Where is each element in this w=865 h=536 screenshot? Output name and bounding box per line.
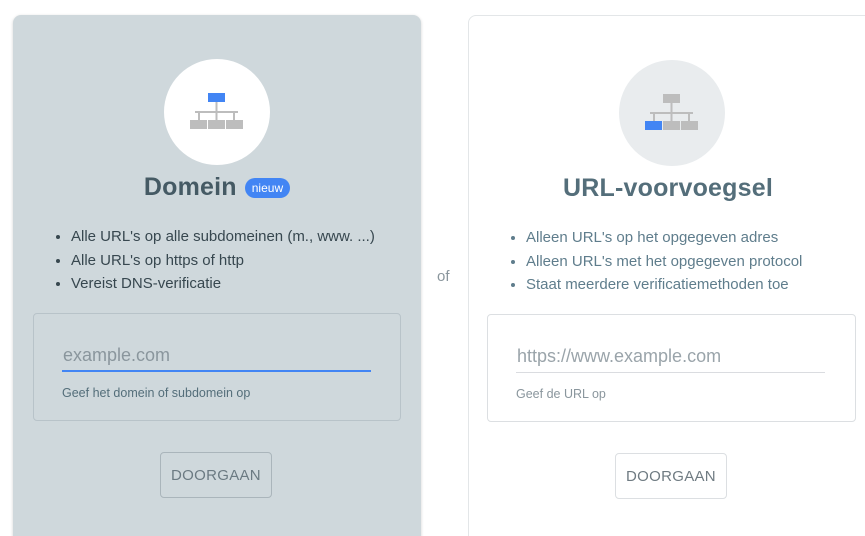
list-item: Alleen URL's met het opgegeven protocol [526,250,802,274]
list-item: Alle URL's op alle subdomeinen (m., www.… [71,225,375,249]
list-item: Alleen URL's op het opgegeven adres [526,226,802,250]
domain-feature-list: Alle URL's op alle subdomeinen (m., www.… [49,225,375,296]
url-input-box: Geef de URL op [487,314,856,422]
domain-input-box: Geef het domein of subdomein op [33,313,401,421]
or-separator: of [437,268,450,285]
domain-input[interactable] [62,340,371,372]
domain-title: Domein [143,173,237,201]
sitemap-icon [645,94,698,130]
new-badge: nieuw [244,177,291,198]
sitemap-icon [190,93,243,129]
domain-continue-button[interactable]: DOORGAAN [160,452,272,498]
domain-title-row: Domein nieuw [13,173,421,202]
list-item: Staat meerdere verificatiemethoden toe [526,273,802,297]
url-icon-circle [619,60,725,166]
url-continue-button[interactable]: DOORGAAN [615,453,727,499]
url-title-row: URL-voorvoegsel [469,174,865,203]
domain-card[interactable]: Domein nieuw Alle URL's op alle subdomei… [13,15,421,536]
property-type-selector: Domein nieuw Alle URL's op alle subdomei… [0,0,865,536]
url-prefix-title: URL-voorvoegsel [563,174,773,202]
url-input[interactable] [516,341,825,373]
list-item: Alle URL's op https of http [71,249,375,273]
domain-icon-circle [164,59,270,165]
url-feature-list: Alleen URL's op het opgegeven adres Alle… [504,226,802,297]
url-prefix-card[interactable]: URL-voorvoegsel Alleen URL's op het opge… [468,15,865,536]
url-helper-text: Geef de URL op [516,387,606,401]
list-item: Vereist DNS-verificatie [71,272,375,296]
domain-helper-text: Geef het domein of subdomein op [62,386,251,400]
